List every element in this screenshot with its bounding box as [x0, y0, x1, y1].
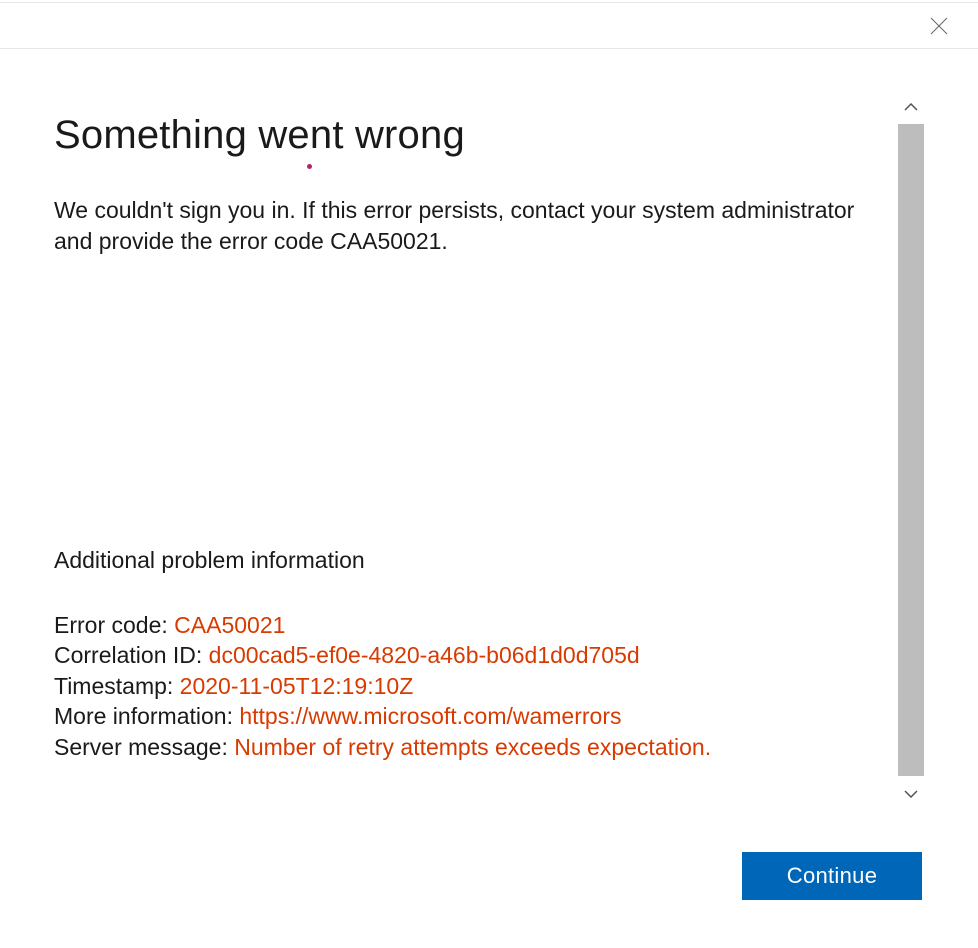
server-message-row: Server message: Number of retry attempts… [54, 732, 878, 762]
accent-dot [307, 164, 312, 169]
dialog-title: Something went wrong [54, 109, 878, 161]
server-message-value: Number of retry attempts exceeds expecta… [234, 734, 711, 760]
spacer [54, 257, 878, 547]
timestamp-row: Timestamp: 2020-11-05T12:19:10Z [54, 671, 878, 701]
error-code-value: CAA50021 [174, 612, 285, 638]
server-message-label: Server message: [54, 734, 234, 760]
dialog-content-area: Something went wrong We couldn't sign yo… [0, 49, 978, 948]
error-code-label: Error code: [54, 612, 174, 638]
correlation-id-row: Correlation ID: dc00cad5-ef0e-4820-a46b-… [54, 640, 878, 670]
close-icon[interactable] [930, 17, 948, 35]
timestamp-value: 2020-11-05T12:19:10Z [180, 673, 414, 699]
more-info-label: More information: [54, 703, 239, 729]
correlation-id-value: dc00cad5-ef0e-4820-a46b-b06d1d0d705d [209, 642, 640, 668]
additional-info-heading: Additional problem information [54, 547, 878, 574]
more-info-row: More information: https://www.microsoft.… [54, 701, 878, 731]
continue-button[interactable]: Continue [742, 852, 922, 900]
more-info-value[interactable]: https://www.microsoft.com/wamerrors [239, 703, 621, 729]
error-details: Error code: CAA50021 Correlation ID: dc0… [54, 610, 878, 762]
dialog-description: We couldn't sign you in. If this error p… [54, 195, 874, 257]
dialog-main: Something went wrong We couldn't sign yo… [0, 49, 978, 948]
correlation-id-label: Correlation ID: [54, 642, 209, 668]
error-code-row: Error code: CAA50021 [54, 610, 878, 640]
timestamp-label: Timestamp: [54, 673, 180, 699]
dialog-header-bar [0, 3, 978, 49]
